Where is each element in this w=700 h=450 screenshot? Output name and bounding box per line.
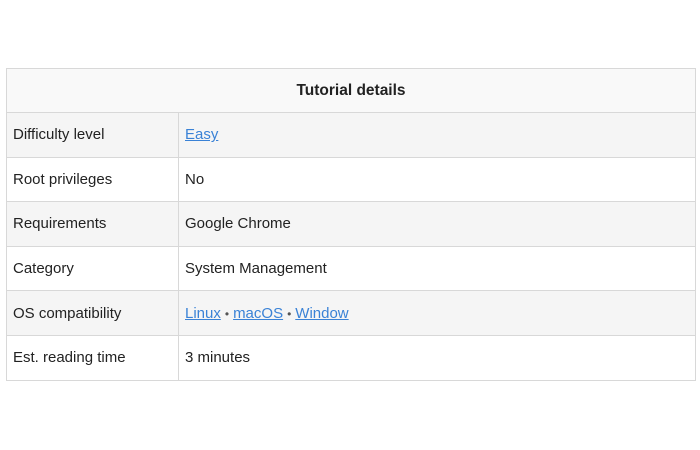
table-title: Tutorial details [6,68,696,113]
table-row-category: Category System Management [6,245,696,292]
row-label: Root privileges [6,156,179,203]
separator: • [224,306,230,321]
table-row-os-compatibility: OS compatibility Linux • macOS • Window [6,290,696,336]
row-label: OS compatibility [6,290,179,336]
table-header-row: Tutorial details [6,68,696,113]
separator: • [287,306,292,321]
table-row-reading-time: Est. reading time 3 minutes [6,334,696,381]
row-value: Linux • macOS • Window [178,290,696,336]
table-row-difficulty: Difficulty level Easy [6,112,696,158]
row-value: System Management [178,245,696,292]
row-value: No [178,156,696,203]
tutorial-details-table: Tutorial details Difficulty level Easy R… [6,68,696,381]
row-value: 3 minutes [178,334,696,381]
row-label: Requirements [6,201,179,247]
row-label: Est. reading time [6,334,179,381]
os-linux-link[interactable]: Linux [185,305,221,322]
os-macos-link[interactable]: macOS [233,305,283,322]
table-row-requirements: Requirements Google Chrome [6,201,696,247]
os-windows-link[interactable]: Window [295,305,348,322]
row-label: Difficulty level [6,112,179,158]
table-row-root-privileges: Root privileges No [6,156,696,203]
row-label: Category [6,245,179,292]
row-value: Easy [178,112,696,158]
difficulty-easy-link[interactable]: Easy [185,126,218,143]
row-value: Google Chrome [178,201,696,247]
